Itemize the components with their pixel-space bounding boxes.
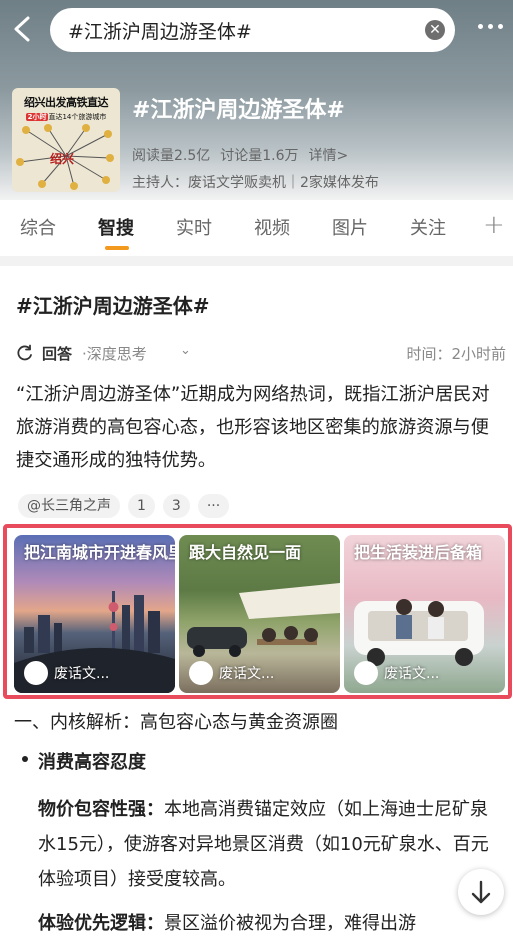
bullet-dot <box>22 756 28 762</box>
point-label-1: 物价包容性强： <box>38 799 164 820</box>
details-link[interactable]: 详情> <box>309 145 349 165</box>
section-divider <box>0 256 513 266</box>
tab-following[interactable]: 关注 <box>410 214 446 240</box>
source-chip-3[interactable]: 3 <box>162 494 190 518</box>
answer-meta-row: 回答 ·深度思考 ⌄ 时间：2小时前 <box>16 342 506 364</box>
avatar <box>24 661 48 685</box>
point-text-2: 景区溢价被视为合理，难得出游 <box>164 913 416 934</box>
chevron-down-icon[interactable]: ⌄ <box>180 343 191 358</box>
point-paragraph-2: 体验优先逻辑：景区溢价被视为合理，难得出游 <box>38 906 508 941</box>
point-paragraph-1: 物价包容性强：本地高消费锚定效应（如上海迪士尼矿泉水15元），使游客对异地景区消… <box>38 792 498 897</box>
section-heading: 一、内核解析：高包容心态与黄金资源圈 <box>14 712 338 733</box>
answer-label: 回答 <box>42 345 73 363</box>
card-author[interactable]: 废话文... <box>354 661 439 685</box>
source-chip-more[interactable]: ··· <box>197 494 230 518</box>
gallery-card[interactable]: 把生活装进后备箱 废话文... <box>344 535 505 693</box>
answer-title: #江浙沪周边游圣体# <box>16 294 210 318</box>
tab-comprehensive[interactable]: 综合 <box>20 214 56 240</box>
avatar <box>189 661 213 685</box>
tab-realtime[interactable]: 实时 <box>176 214 212 240</box>
scroll-down-button[interactable] <box>458 869 504 915</box>
read-count: 阅读量2.5亿 <box>132 148 211 164</box>
source-chips: @长三角之声 1 3 ··· <box>18 494 230 518</box>
gallery-card[interactable]: 把江南城市开进春风里 废话文... <box>14 535 175 693</box>
arrow-down-icon <box>471 880 491 904</box>
search-input[interactable]: #江浙沪周边游圣体# ✕ <box>50 8 455 52</box>
refresh-answer-icon[interactable] <box>16 344 34 362</box>
topic-cover-image[interactable]: 绍兴出发高铁直达 2小时 直达14个旅游城市 绍兴 <box>12 88 120 192</box>
topic-host[interactable]: 主持人：废话文学贩卖机｜2家媒体发布 <box>132 172 379 192</box>
tab-bar: 综合 智搜 实时 视频 图片 关注 + <box>0 206 513 250</box>
answer-timestamp: 时间：2小时前 <box>406 345 506 363</box>
tab-images[interactable]: 图片 <box>332 214 368 240</box>
card-caption: 把江南城市开进春风里 <box>24 543 175 562</box>
source-chip-1[interactable]: 1 <box>128 494 155 518</box>
active-tab-indicator <box>105 246 129 250</box>
topic-title: #江浙沪周边游圣体# <box>132 98 345 123</box>
gallery-card[interactable]: 跟大自然见一面 废话文... <box>179 535 340 693</box>
search-query: #江浙沪周边游圣体# <box>68 20 252 43</box>
cover-center-label: 绍兴 <box>50 152 75 166</box>
card-author-name: 废话文... <box>54 666 110 682</box>
card-author[interactable]: 废话文... <box>189 661 274 685</box>
card-author-name: 废话文... <box>384 666 440 682</box>
source-chip-author[interactable]: @长三角之声 <box>18 494 120 518</box>
back-arrow-icon[interactable] <box>10 14 36 44</box>
discussion-count: 讨论量1.6万 <box>220 148 299 164</box>
answer-mode-selector[interactable]: ·深度思考 <box>82 343 147 364</box>
avatar <box>354 661 378 685</box>
card-author[interactable]: 废话文... <box>24 661 109 685</box>
topic-stats: 阅读量2.5亿 讨论量1.6万 详情> <box>132 145 348 165</box>
cover-subtitle: 2小时 直达14个旅游城市 <box>25 113 107 121</box>
section-subheading: 消费高容忍度 <box>38 752 146 773</box>
card-caption: 跟大自然见一面 <box>189 543 302 562</box>
answer-paragraph: “江浙沪周边游圣体”近期成为网络热词，既指江浙沪居民对旅游消费的高包容心态，也形… <box>16 384 490 471</box>
tab-video[interactable]: 视频 <box>254 214 290 240</box>
more-options-icon[interactable] <box>478 24 503 29</box>
clear-icon[interactable]: ✕ <box>425 20 445 40</box>
topic-header: #江浙沪周边游圣体# ✕ 绍兴出发高铁直达 2小时 直达14个旅游城市 绍兴 #江… <box>0 0 513 200</box>
card-author-name: 废话文... <box>219 666 275 682</box>
point-label-2: 体验优先逻辑： <box>38 913 164 934</box>
card-caption: 把生活装进后备箱 <box>354 543 483 562</box>
tab-smart-search[interactable]: 智搜 <box>98 214 134 240</box>
cover-title: 绍兴出发高铁直达 <box>24 96 109 109</box>
add-tab-icon[interactable]: + <box>483 210 505 240</box>
